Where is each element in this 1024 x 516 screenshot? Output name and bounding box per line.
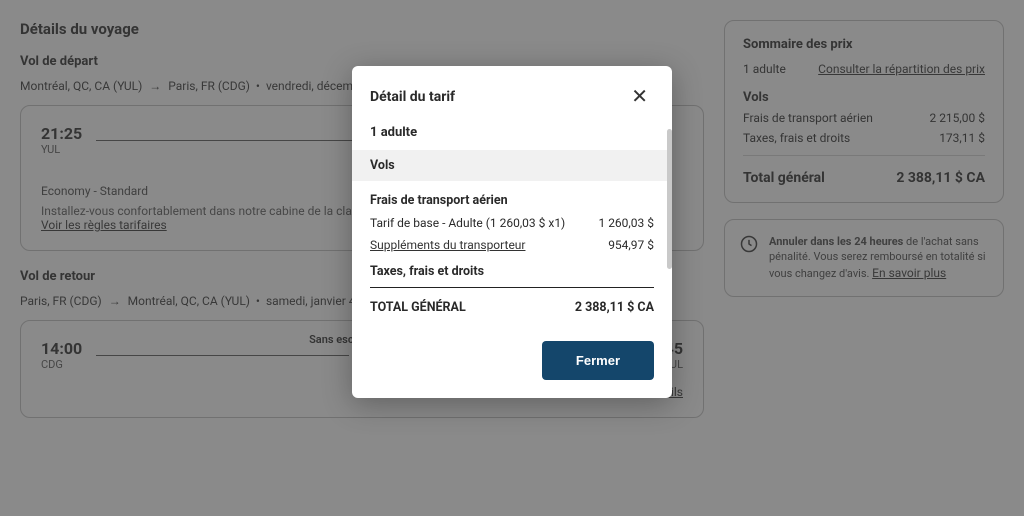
modal-air-subheading: Frais de transport aérien: [370, 193, 654, 208]
close-button[interactable]: Fermer: [542, 341, 654, 380]
modal-title: Détail du tarif: [370, 89, 455, 105]
modal-pax: 1 adulte: [370, 125, 654, 140]
supplements-value: 954,97 $: [608, 238, 654, 252]
carrier-supplements-link[interactable]: Suppléments du transporteur: [370, 238, 525, 252]
close-icon[interactable]: ✕: [625, 82, 654, 111]
modal-total-value: 2 388,11 $ CA: [575, 300, 654, 315]
base-fare-label: Tarif de base - Adulte (1 260,03 $ x1): [370, 216, 565, 230]
modal-tax-subheading: Taxes, frais et droits: [370, 264, 654, 279]
modal-flights-section: Vols: [352, 150, 672, 181]
scrollbar[interactable]: [667, 125, 672, 315]
modal-total-label: TOTAL GÉNÉRAL: [370, 300, 466, 315]
base-fare-value: 1 260,03 $: [598, 216, 654, 230]
fare-detail-modal: Détail du tarif ✕ 1 adulte Vols Frais de…: [352, 66, 672, 398]
modal-overlay[interactable]: Détail du tarif ✕ 1 adulte Vols Frais de…: [0, 0, 1024, 516]
